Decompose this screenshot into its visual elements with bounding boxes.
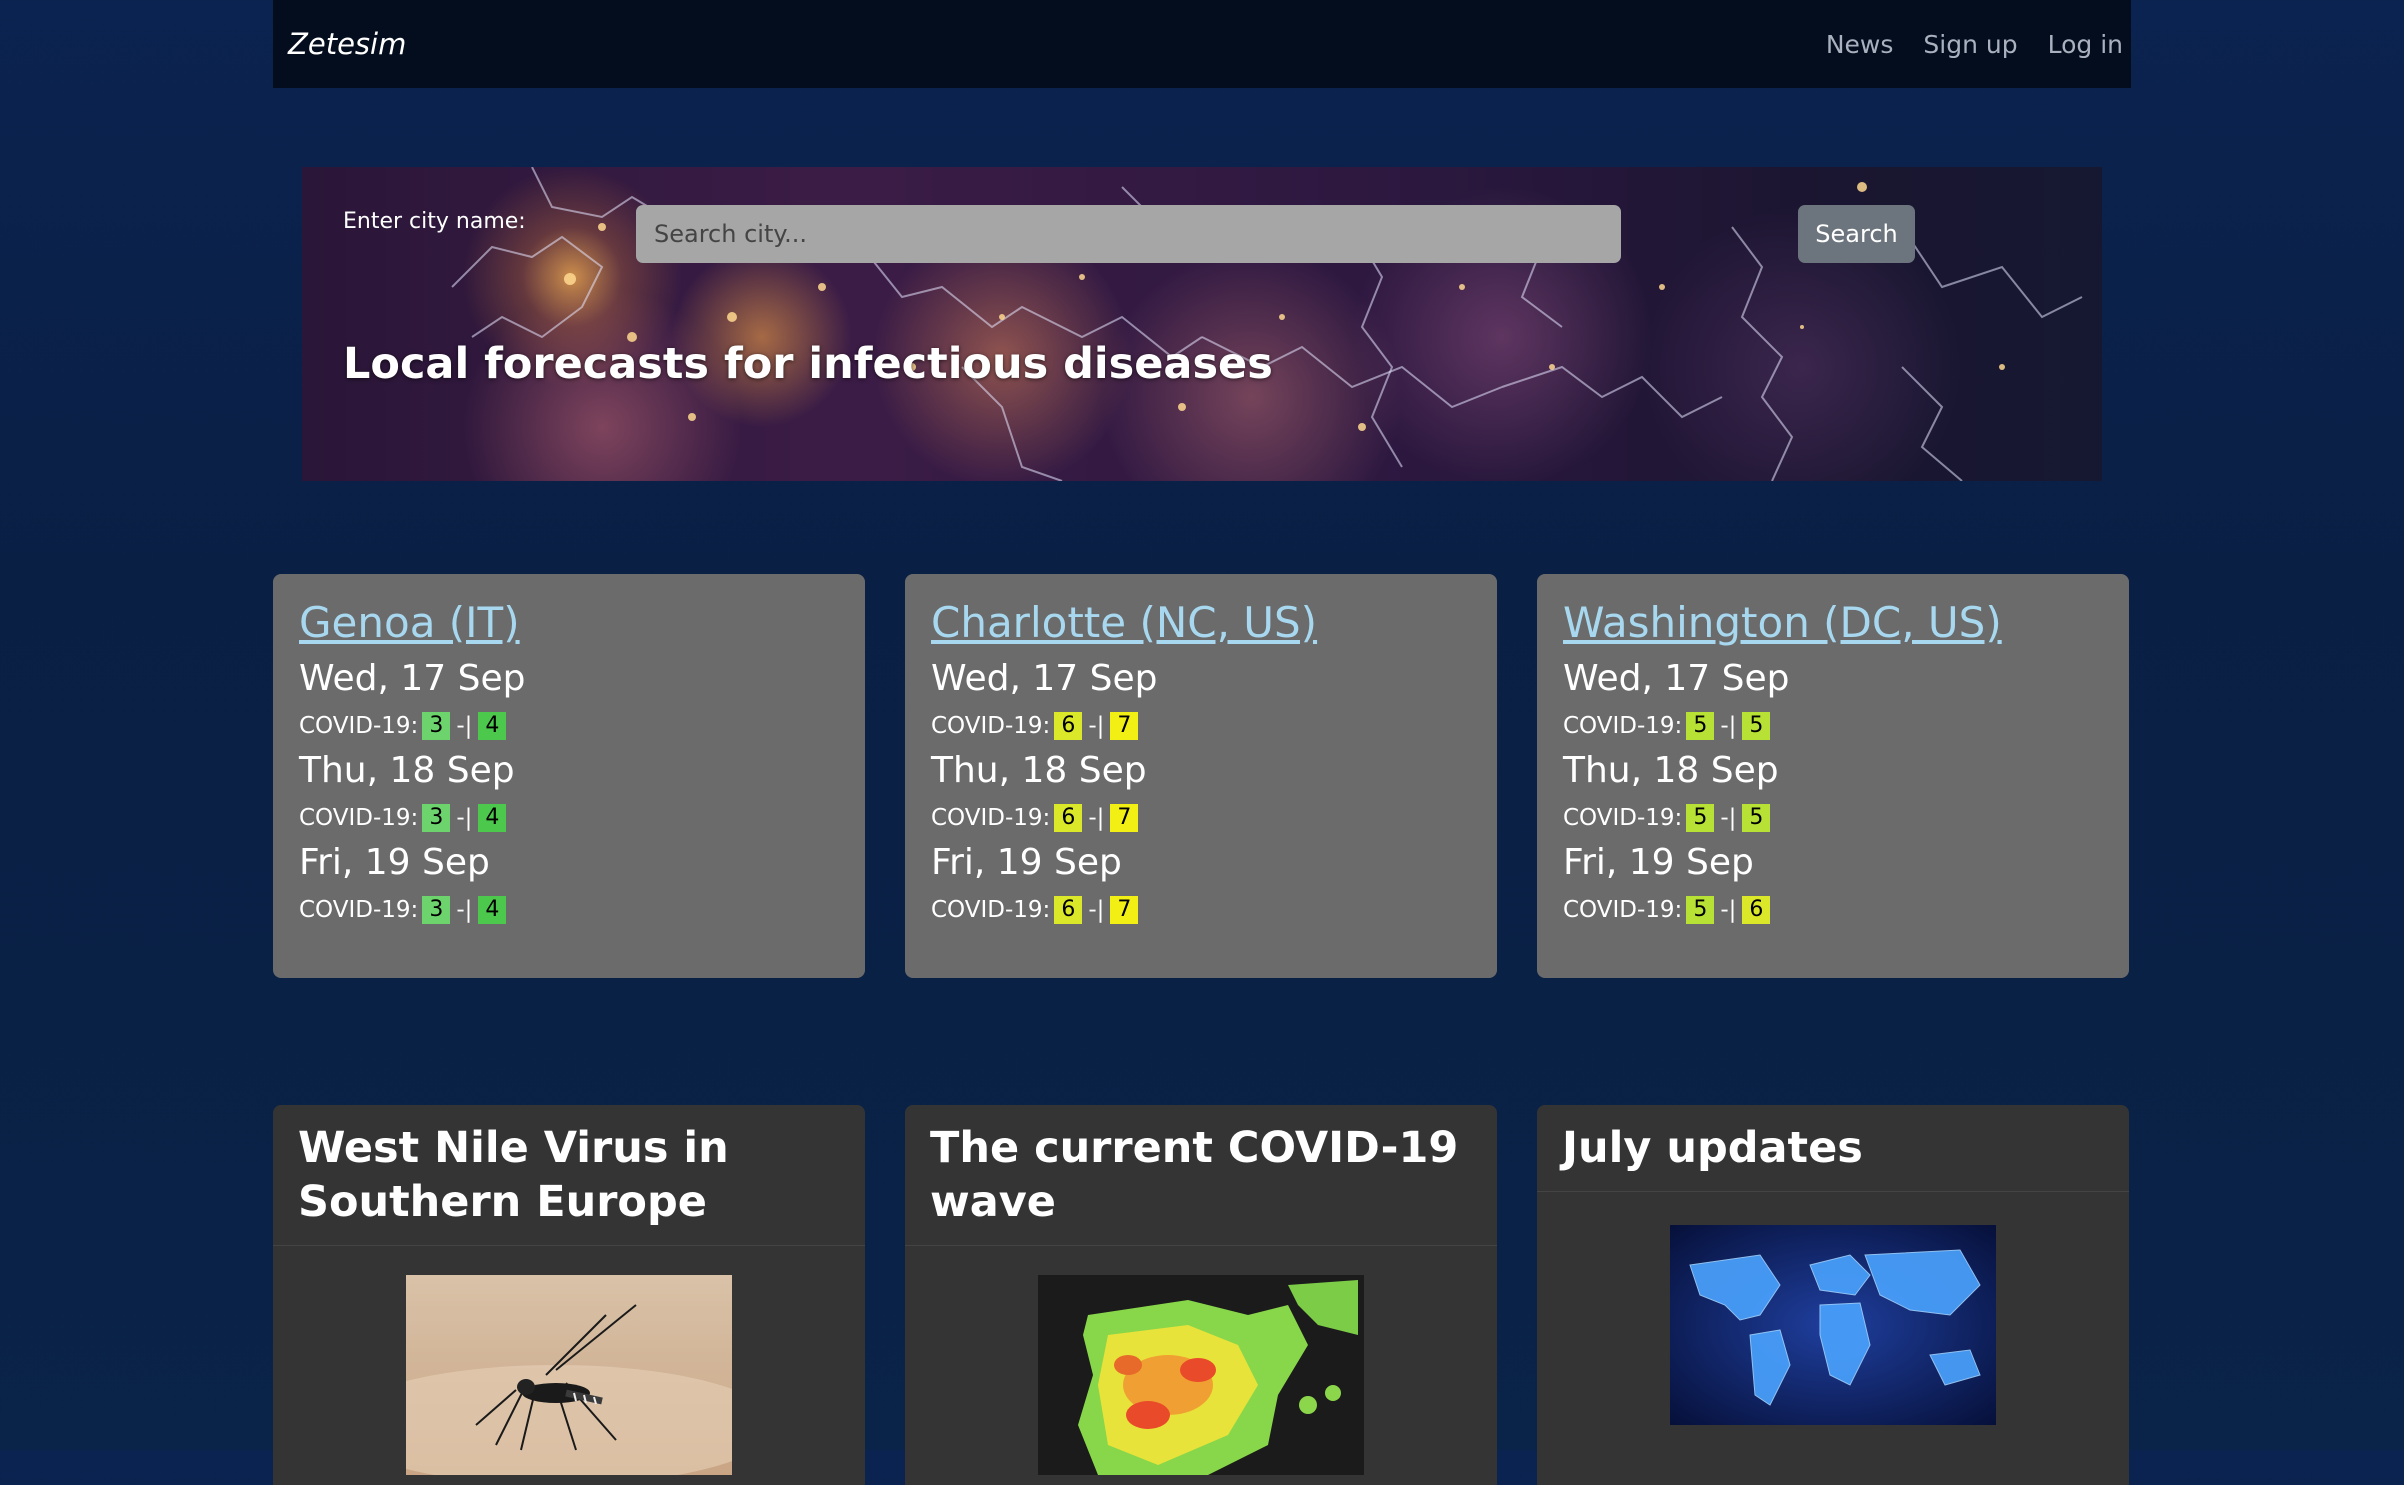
risk-badge-low: 5	[1686, 712, 1715, 740]
risk-badge-high: 7	[1110, 804, 1139, 832]
nav-link-signup[interactable]: Sign up	[1923, 30, 2017, 59]
risk-badge-high: 7	[1110, 712, 1139, 740]
risk-badge-low: 6	[1054, 804, 1083, 832]
forecast-date: Fri, 19 Sep	[931, 842, 1122, 883]
disease-label: COVID-19:	[299, 805, 419, 831]
mosquito-photo	[406, 1275, 732, 1475]
risk-badge-low: 6	[1054, 712, 1083, 740]
risk-badge-high: 6	[1742, 896, 1771, 924]
risk-row: COVID-19: 5 -| 6	[1563, 895, 2103, 925]
spain-heatmap	[1038, 1275, 1364, 1475]
risk-badge-low: 5	[1686, 896, 1715, 924]
risk-badge-high: 5	[1742, 712, 1771, 740]
forecast-date: Thu, 18 Sep	[1563, 750, 1779, 791]
navbar: Zetesim News Sign up Log in	[273, 0, 2131, 88]
forecast-card: Charlotte (NC, US) Wed, 17 Sep COVID-19:…	[905, 574, 1497, 978]
hero-title: Local forecasts for infectious diseases	[343, 339, 1273, 389]
risk-badge-low: 3	[422, 896, 451, 924]
news-card[interactable]: July updates	[1537, 1105, 2129, 1485]
forecast-date: Wed, 17 Sep	[931, 658, 1158, 699]
disease-label: COVID-19:	[931, 897, 1051, 923]
risk-row: COVID-19: 3 -| 4	[299, 895, 839, 925]
news-card[interactable]: The current COVID-19 wave	[905, 1105, 1497, 1485]
disease-label: COVID-19:	[1563, 713, 1683, 739]
disease-label: COVID-19:	[1563, 805, 1683, 831]
forecast-card: Washington (DC, US) Wed, 17 Sep COVID-19…	[1537, 574, 2129, 978]
risk-badge-low: 3	[422, 804, 451, 832]
nav-link-login[interactable]: Log in	[2048, 30, 2123, 59]
risk-row: COVID-19: 6 -| 7	[931, 711, 1471, 741]
risk-row: COVID-19: 5 -| 5	[1563, 803, 2103, 833]
risk-badge-high: 4	[478, 896, 507, 924]
search-button[interactable]: Search	[1798, 205, 1915, 263]
forecast-city-link[interactable]: Charlotte (NC, US)	[931, 598, 1317, 647]
forecast-card: Genoa (IT) Wed, 17 Sep COVID-19: 3 -| 4 …	[273, 574, 865, 978]
risk-separator: -|	[1720, 713, 1737, 739]
risk-badge-high: 4	[478, 712, 507, 740]
risk-badge-high: 7	[1110, 896, 1139, 924]
risk-separator: -|	[456, 805, 473, 831]
risk-separator: -|	[1720, 805, 1737, 831]
disease-label: COVID-19:	[299, 713, 419, 739]
risk-badge-low: 5	[1686, 804, 1715, 832]
hero-banner: Enter city name: Search Local forecasts …	[302, 167, 2102, 481]
city-input-label: Enter city name:	[343, 209, 526, 234]
risk-row: COVID-19: 3 -| 4	[299, 711, 839, 741]
risk-row: COVID-19: 6 -| 7	[931, 895, 1471, 925]
news-title[interactable]: The current COVID-19 wave	[905, 1105, 1497, 1246]
news-title[interactable]: West Nile Virus in Southern Europe	[273, 1105, 865, 1246]
forecast-date: Fri, 19 Sep	[299, 842, 490, 883]
disease-label: COVID-19:	[1563, 897, 1683, 923]
risk-badge-high: 4	[478, 804, 507, 832]
risk-separator: -|	[456, 713, 473, 739]
forecast-date: Wed, 17 Sep	[299, 658, 526, 699]
risk-separator: -|	[1088, 713, 1105, 739]
news-card[interactable]: West Nile Virus in Southern Europe	[273, 1105, 865, 1485]
risk-badge-high: 5	[1742, 804, 1771, 832]
forecast-city-link[interactable]: Washington (DC, US)	[1563, 598, 2002, 647]
risk-row: COVID-19: 3 -| 4	[299, 803, 839, 833]
risk-badge-low: 6	[1054, 896, 1083, 924]
forecast-date: Thu, 18 Sep	[299, 750, 515, 791]
disease-label: COVID-19:	[931, 805, 1051, 831]
news-title[interactable]: July updates	[1537, 1105, 2129, 1192]
forecast-date: Wed, 17 Sep	[1563, 658, 1790, 699]
world-map-glow	[1670, 1225, 1996, 1425]
disease-label: COVID-19:	[299, 897, 419, 923]
risk-row: COVID-19: 6 -| 7	[931, 803, 1471, 833]
nav-link-news[interactable]: News	[1826, 30, 1894, 59]
risk-separator: -|	[1088, 897, 1105, 923]
forecast-date: Fri, 19 Sep	[1563, 842, 1754, 883]
risk-separator: -|	[456, 897, 473, 923]
city-search-input[interactable]	[636, 205, 1621, 263]
risk-badge-low: 3	[422, 712, 451, 740]
risk-separator: -|	[1088, 805, 1105, 831]
forecast-city-link[interactable]: Genoa (IT)	[299, 598, 520, 647]
forecast-date: Thu, 18 Sep	[931, 750, 1147, 791]
risk-separator: -|	[1720, 897, 1737, 923]
brand-logo[interactable]: Zetesim	[288, 27, 406, 61]
risk-row: COVID-19: 5 -| 5	[1563, 711, 2103, 741]
nav-links: News Sign up Log in	[1796, 30, 2123, 59]
disease-label: COVID-19:	[931, 713, 1051, 739]
